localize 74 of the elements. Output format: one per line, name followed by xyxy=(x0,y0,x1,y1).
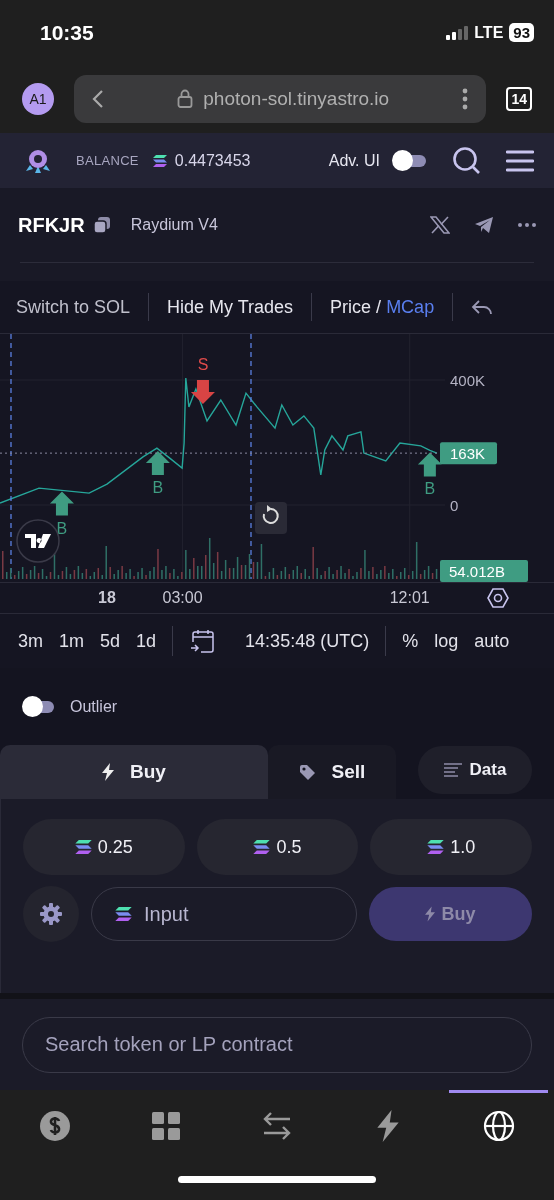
interval-option[interactable]: 3m xyxy=(18,630,43,652)
adv-ui-label: Adv. UI xyxy=(328,151,380,170)
day-label: 18 xyxy=(98,589,116,607)
token-symbol: RFKJR xyxy=(18,213,85,237)
more-icon[interactable] xyxy=(462,88,469,110)
solana-icon xyxy=(74,840,92,854)
scale-option[interactable]: auto xyxy=(474,630,510,652)
trade-tab[interactable]: Sell xyxy=(268,745,396,799)
solana-icon xyxy=(427,840,445,854)
solana-icon xyxy=(115,907,132,921)
annotation: B xyxy=(424,480,436,498)
profile-avatar[interactable]: A1 xyxy=(22,83,54,115)
lock-icon xyxy=(177,89,194,109)
solana-icon xyxy=(152,154,167,167)
amount-preset-button[interactable]: 0.25 xyxy=(23,819,185,875)
url-text: photon-sol.tinyastro.io xyxy=(203,88,390,110)
current-value-badge: 163K xyxy=(440,442,497,465)
amount-preset-button[interactable]: 0.5 xyxy=(196,819,359,875)
x-logo-icon[interactable] xyxy=(430,216,450,234)
tab-count-button[interactable]: 14 xyxy=(506,87,532,111)
interval-option[interactable]: 1m xyxy=(59,630,85,652)
copy-icon[interactable] xyxy=(92,216,111,234)
swap-arrows-icon xyxy=(262,1110,292,1141)
balance-label: BALANCE xyxy=(76,153,139,168)
interval-option[interactable]: 5d xyxy=(100,630,121,652)
x-axis-label: 03:00 xyxy=(162,589,203,607)
switch-currency-button[interactable]: Switch to SOL xyxy=(16,296,131,318)
battery-level: 93 xyxy=(509,23,534,42)
menu-icon[interactable] xyxy=(506,148,534,173)
trade-tab[interactable]: Buy xyxy=(0,745,268,799)
outlier-label: Outlier xyxy=(70,697,118,716)
calendar-icon[interactable] xyxy=(189,628,216,654)
reset-chart-button[interactable] xyxy=(255,502,287,534)
token-search-field[interactable]: Search token or LP contract xyxy=(22,1016,532,1073)
data-button[interactable]: Data xyxy=(418,746,532,794)
y-axis-label: 0 xyxy=(450,497,459,514)
volume-value-badge: 54.012B xyxy=(440,560,528,582)
more-icon[interactable] xyxy=(518,223,536,227)
undo-icon[interactable] xyxy=(471,299,494,315)
address-bar[interactable]: photon-sol.tinyastro.io xyxy=(74,75,487,123)
hide-trades-button[interactable]: Hide My Trades xyxy=(167,296,294,318)
annotation: S xyxy=(197,355,209,373)
price-mode-option[interactable]: Price xyxy=(330,296,372,318)
amount-input-field[interactable]: Input xyxy=(91,887,357,941)
mode-separator: / xyxy=(376,296,382,318)
annotation: B xyxy=(56,519,68,537)
grid-icon xyxy=(152,1111,181,1140)
status-time: 10:35 xyxy=(40,20,94,45)
bolt-icon xyxy=(376,1109,399,1142)
amount-preset-button[interactable]: 1.0 xyxy=(370,819,532,875)
search-icon[interactable] xyxy=(452,145,482,176)
solana-icon xyxy=(253,840,271,854)
mcap-mode-option[interactable]: MCap xyxy=(386,296,435,318)
utc-clock[interactable]: 14:35:48 (UTC) xyxy=(245,630,370,652)
settings-icon xyxy=(39,902,63,926)
lines-icon xyxy=(443,763,462,777)
chart-settings-icon[interactable] xyxy=(487,588,509,608)
signal-icon xyxy=(446,25,469,40)
scale-option[interactable]: % xyxy=(402,630,419,652)
globe-icon xyxy=(482,1109,515,1142)
tag-icon xyxy=(298,763,316,781)
network-label: LTE xyxy=(474,23,504,42)
dex-label: Raydium V4 xyxy=(130,216,218,234)
balance-value: 0.4473453 xyxy=(174,151,251,170)
back-icon[interactable] xyxy=(92,89,104,109)
telegram-icon[interactable] xyxy=(474,216,494,234)
bolt-icon xyxy=(425,906,436,922)
scale-option[interactable]: log xyxy=(434,630,459,652)
y-axis-label: 400K xyxy=(450,372,486,389)
interval-option[interactable]: 1d xyxy=(136,630,157,652)
dollar-icon xyxy=(39,1109,72,1142)
x-axis-label: 12:01 xyxy=(389,589,430,607)
bolt-icon xyxy=(102,763,115,781)
annotation: B xyxy=(152,478,164,496)
